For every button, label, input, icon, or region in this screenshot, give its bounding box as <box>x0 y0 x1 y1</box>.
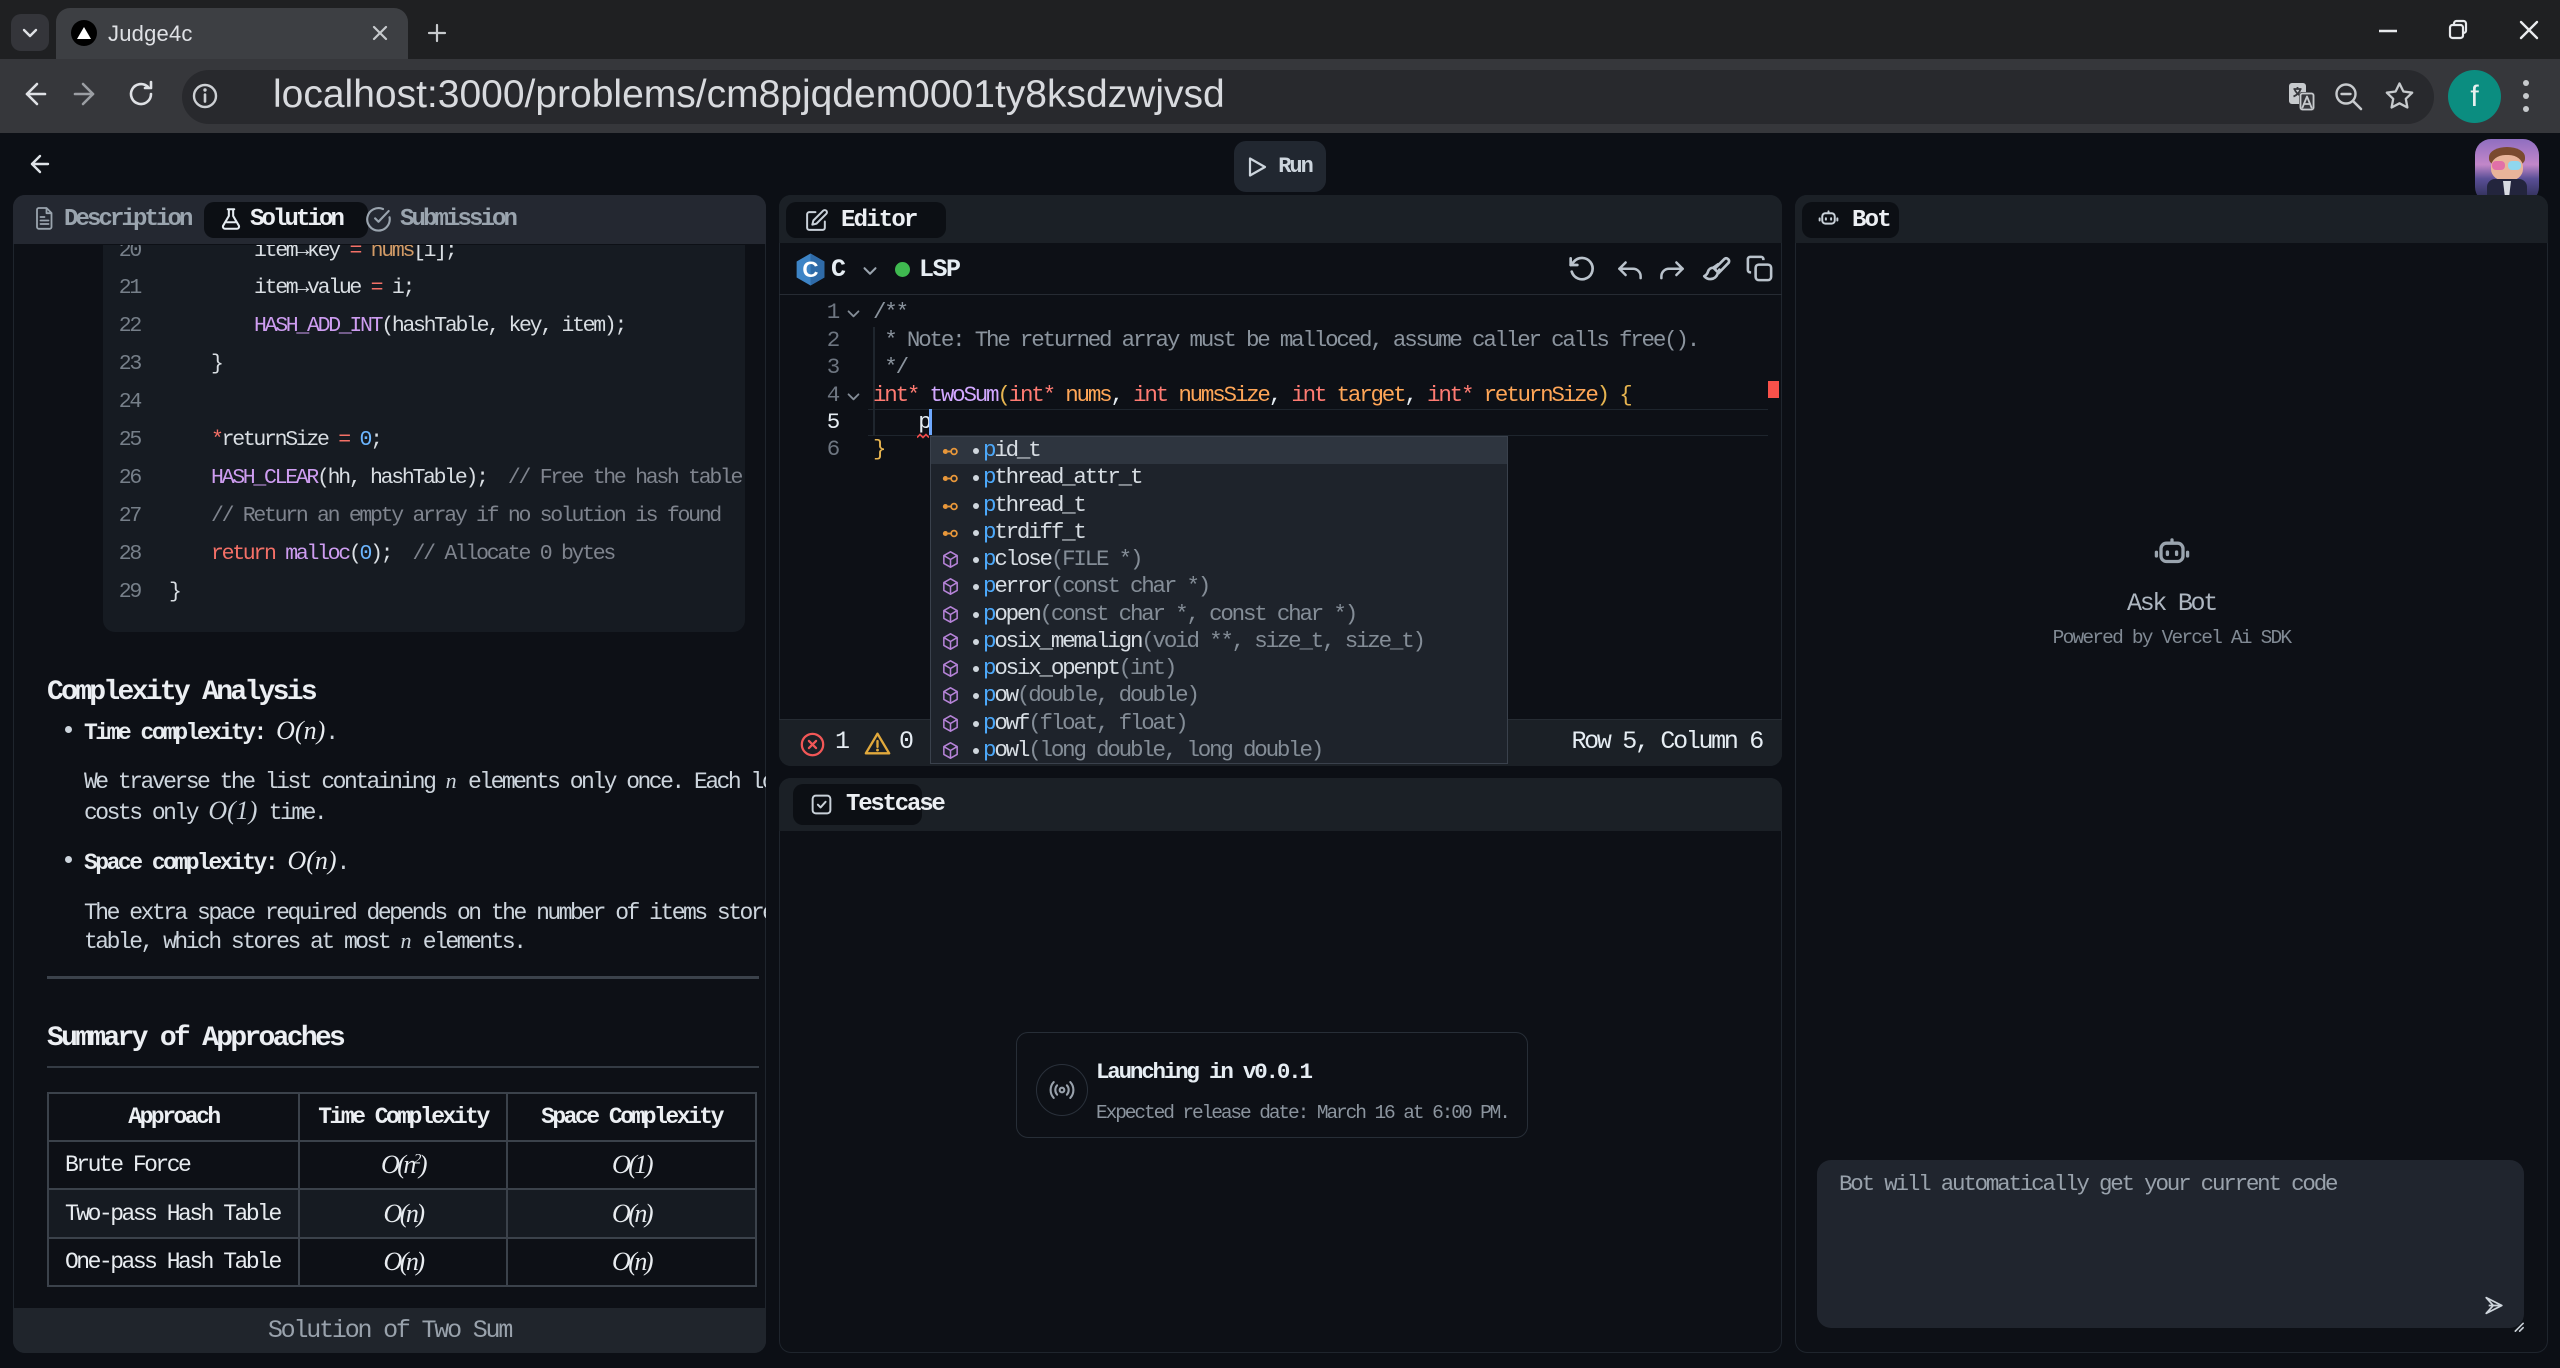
svg-text:C: C <box>802 257 818 282</box>
